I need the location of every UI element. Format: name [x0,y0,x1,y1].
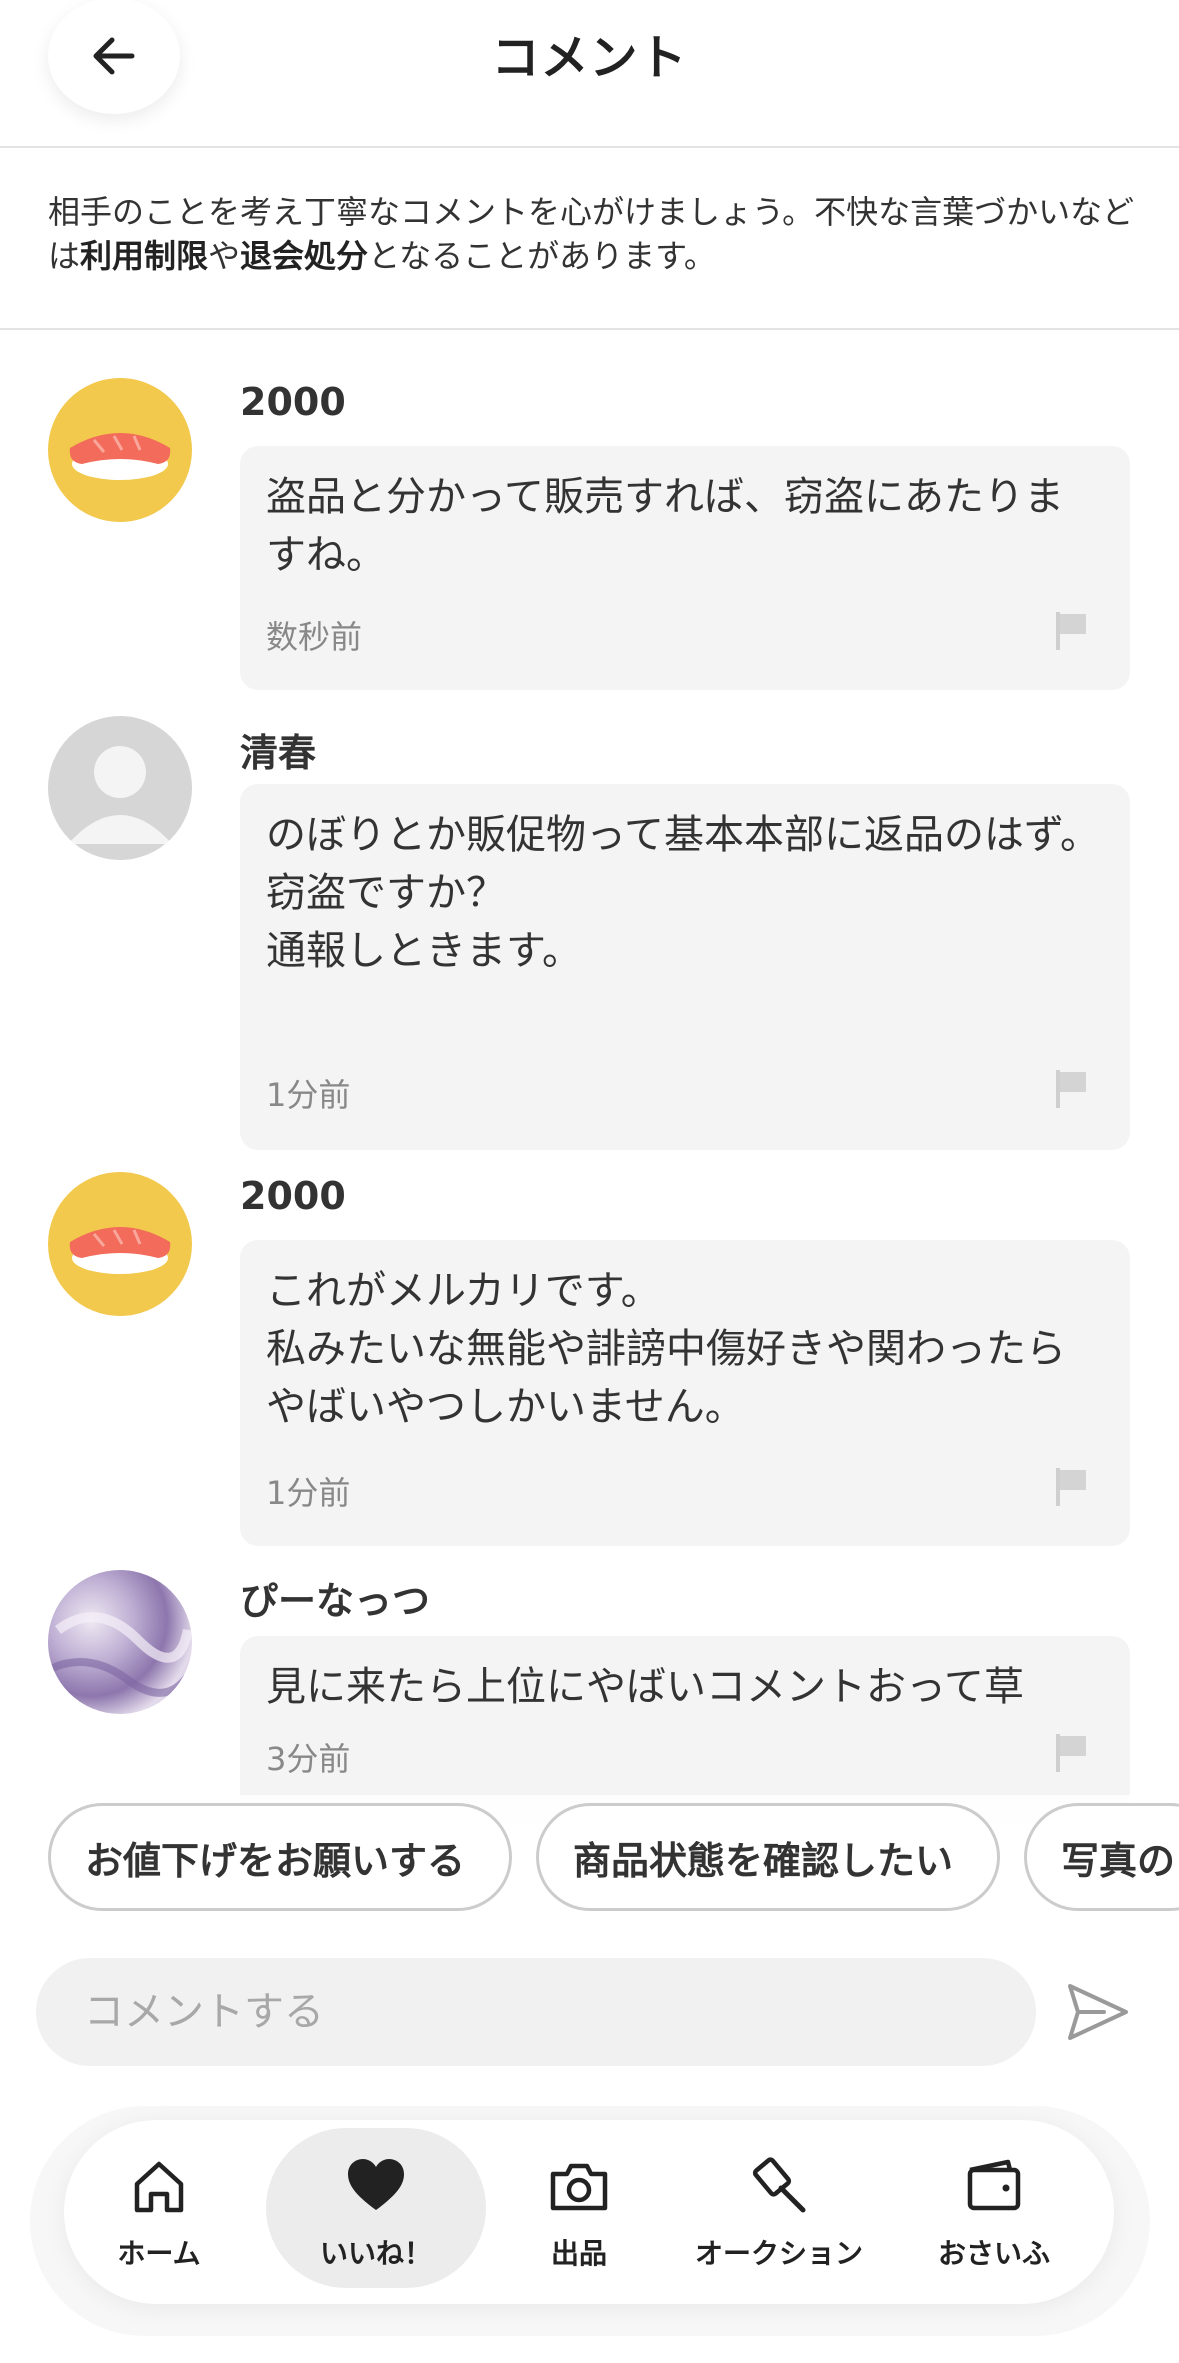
comment-time: 1分前 [266,1474,351,1512]
sushi-icon [69,433,171,480]
suggestion-chip-condition[interactable]: 商品状態を確認したい [536,1803,1000,1911]
send-icon[interactable] [1064,1978,1132,2046]
avatar[interactable] [48,1172,192,1316]
comment-text: のぼりとか販促物って基本本部に返品のはず。 窃盗ですか？ 通報しときます。 [266,812,1100,974]
comment-text: 見に来たら上位にやばいコメントおって草 [266,1664,1024,1710]
suggestion-chip-photo[interactable]: 写真の [1024,1803,1179,1911]
avatar[interactable] [48,1570,192,1714]
avatar[interactable] [48,716,192,860]
nav-item-likes[interactable]: いいね！ [276,2120,476,2304]
comment-time: 3分前 [266,1740,351,1778]
flag-icon[interactable] [1054,610,1090,650]
nav-label: いいね！ [319,2237,432,2270]
nav-label: オークション [694,2237,863,2270]
avatar[interactable] [48,378,192,522]
nav-item-sell[interactable]: 出品 [524,2120,634,2304]
comment-bubble: これがメルカリです。 私みたいな無能や誹謗中傷好きや関わったらやばいやつしかいま… [240,1240,1130,1546]
withdrawal-text: 退会処分 [240,237,369,275]
nav-label: ホーム [117,2237,201,2270]
comment-input[interactable] [36,1958,1036,2066]
restriction-text: 利用制限 [80,237,209,275]
comment-username[interactable]: 2000 [240,1174,346,1218]
comment-item: 2000 盗品と分かって販売すれば、窃盗にあたりますね。 数秒前 [0,376,1179,696]
comment-bubble: 盗品と分かって販売すれば、窃盗にあたりますね。 数秒前 [240,446,1130,690]
flag-icon[interactable] [1054,1732,1090,1772]
photo-avatar-icon [48,1612,192,1697]
nav-item-home[interactable]: ホーム [104,2120,214,2304]
nav-item-auction[interactable]: オークション [684,2120,874,2304]
header: コメント [0,0,1179,148]
suggestion-chips: お値下げをお願いする 商品状態を確認したい 写真の [0,1795,1179,1925]
sushi-icon [69,1227,171,1274]
bottom-nav: ホーム いいね！ 出品 オークション おさいふ [64,2120,1114,2304]
home-icon [134,2161,184,2213]
flag-icon[interactable] [1054,1466,1090,1506]
comment-text: 盗品と分かって販売すれば、窃盗にあたりますね。 [266,474,1064,578]
comment-time: 数秒前 [266,618,363,656]
gavel-icon [752,2157,806,2213]
comment-username[interactable]: 清春 [240,722,316,777]
comment-item: 2000 これがメルカリです。 私みたいな無能や誹謗中傷好きや関わったらやばいや… [0,1172,1179,1552]
camera-icon [550,2163,608,2211]
suggestion-chip-price-down[interactable]: お値下げをお願いする [48,1803,512,1911]
comment-item: 清春 のぼりとか販促物って基本本部に返品のはず。 窃盗ですか？ 通報しときます。… [0,716,1179,1156]
comment-guideline-notice: 相手のことを考え丁寧なコメントを心がけましょう。不快な言葉づかいなどは利用制限や… [48,193,1135,275]
flag-icon[interactable] [1054,1068,1090,1108]
wallet-icon [967,2159,1021,2211]
heart-icon [348,2159,404,2210]
comment-text: これがメルカリです。 私みたいな無能や誹謗中傷好きや関わったらやばいやつしかいま… [266,1268,1066,1430]
page-title: コメント [491,30,688,86]
comment-username[interactable]: ぴーなっつ [240,1570,430,1625]
nav-item-wallet[interactable]: おさいふ [924,2120,1064,2304]
comment-item: ぴーなっつ 見に来たら上位にやばいコメントおって草 3分前 [0,1570,1179,1836]
divider [0,328,1179,330]
default-user-icon [68,746,172,844]
nav-label: おさいふ [937,2237,1050,2270]
comment-time: 1分前 [266,1076,351,1114]
nav-label: 出品 [550,2237,607,2270]
comment-username[interactable]: 2000 [240,380,346,424]
comment-input-wrap [36,1958,1036,2066]
comment-bubble: のぼりとか販促物って基本本部に返品のはず。 窃盗ですか？ 通報しときます。 1分… [240,784,1130,1150]
